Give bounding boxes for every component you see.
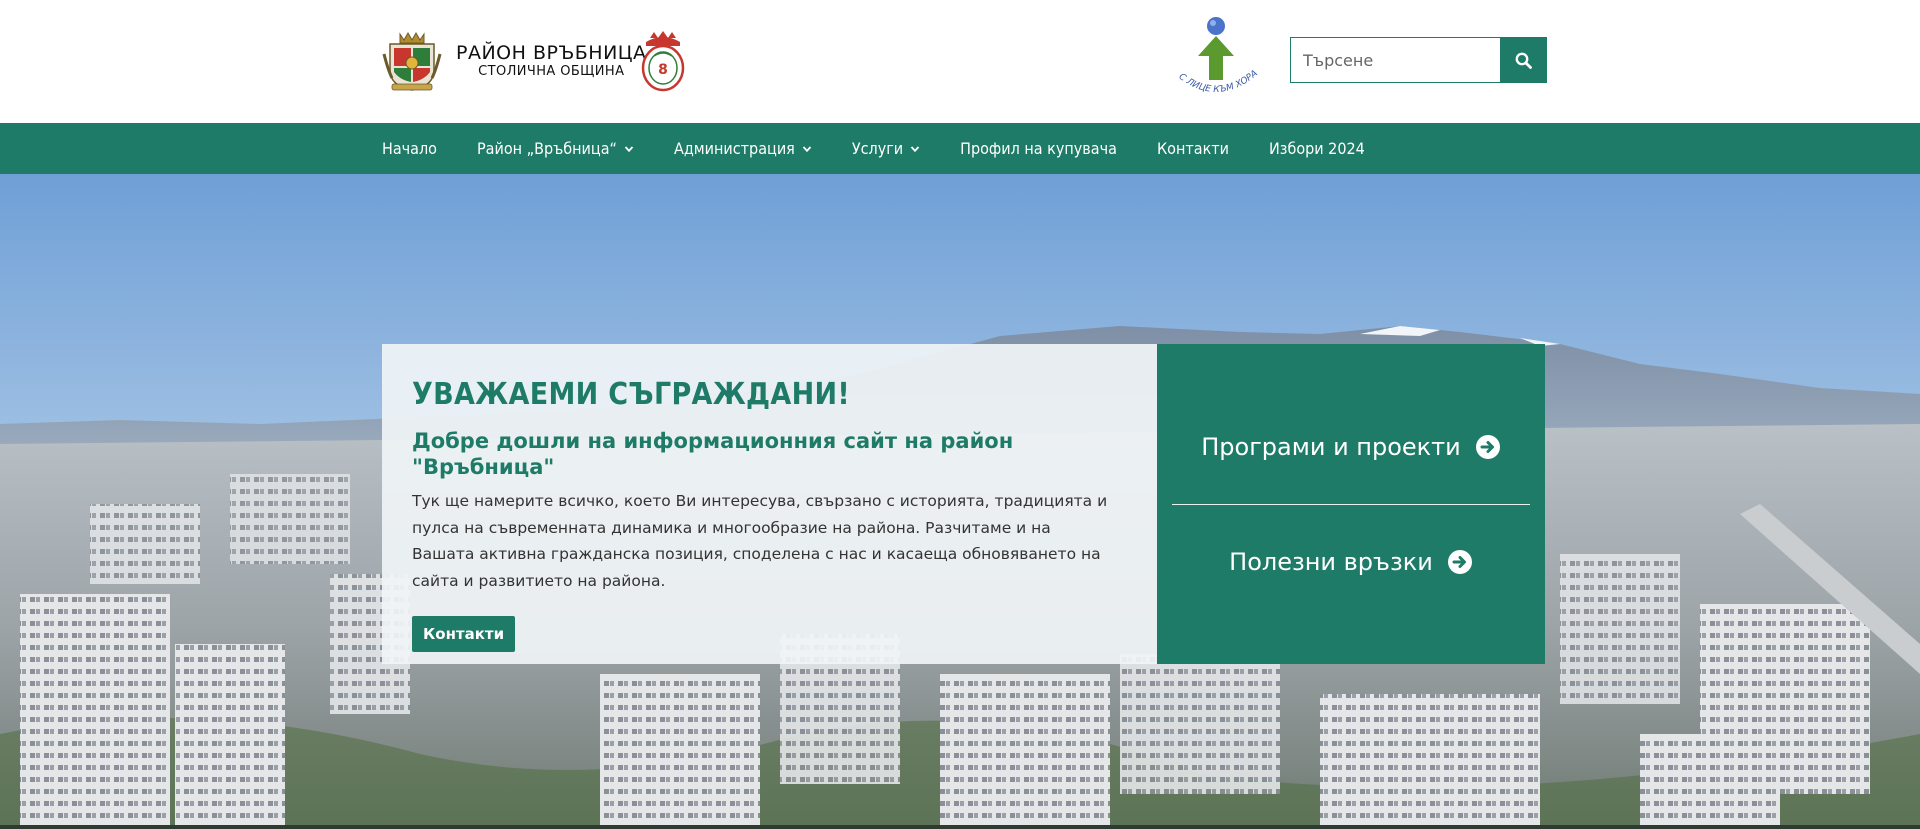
welcome-heading: УВАЖАЕМИ СЪГРАЖДАНИ! <box>412 377 850 412</box>
brand-title: РАЙОН ВРЪБНИЦА <box>456 42 647 64</box>
quick-links-divider <box>1172 504 1530 505</box>
programs-projects-label: Програми и проекти <box>1201 433 1461 461</box>
search-form <box>1290 37 1547 83</box>
nav-item-label: Профил на купувача <box>960 139 1117 158</box>
nav-item-label: Администрация <box>673 139 795 158</box>
nav-item-label: Начало <box>382 139 437 158</box>
circle-arrow-right-icon <box>1475 435 1500 459</box>
nav-item-services[interactable]: Услуги <box>852 139 920 158</box>
nav-item-elections[interactable]: Избори 2024 <box>1269 139 1365 158</box>
nav-item-label: Район „Връбница“ <box>476 139 617 158</box>
nav-list: Начало Район „Връбница“ Администрация Ус… <box>382 123 1405 174</box>
chevron-down-icon <box>624 145 634 152</box>
district-seal-icon: 8 <box>641 31 685 92</box>
quick-links-panel: Програми и проекти Полезни връзки <box>1157 344 1545 664</box>
chevron-down-icon <box>910 145 920 152</box>
hero-section: УВАЖАЕМИ СЪГРАЖДАНИ! Добре дошли на инфо… <box>0 174 1920 829</box>
government-logo-icon: С ЛИЦЕ КЪМ ХОРАТА <box>1166 14 1260 95</box>
useful-links-label: Полезни връзки <box>1229 548 1433 576</box>
search-input[interactable] <box>1290 37 1500 83</box>
nav-item-label: Избори 2024 <box>1269 139 1365 158</box>
svg-text:8: 8 <box>658 62 668 78</box>
nav-item-district[interactable]: Район „Връбница“ <box>477 139 634 158</box>
search-icon <box>1515 52 1532 69</box>
site-header: РАЙОН ВРЪБНИЦА СТОЛИЧНА ОБЩИНА 8 С ЛИЦЕ … <box>0 0 1920 123</box>
search-button[interactable] <box>1500 37 1547 83</box>
main-navigation: Начало Район „Връбница“ Администрация Ус… <box>0 123 1920 174</box>
coat-of-arms-icon <box>382 31 442 91</box>
nav-item-buyer-profile[interactable]: Профил на купувача <box>960 139 1117 158</box>
brand-text: РАЙОН ВРЪБНИЦА СТОЛИЧНА ОБЩИНА <box>456 42 647 80</box>
contacts-button[interactable]: Контакти <box>412 616 516 652</box>
nav-item-contacts[interactable]: Контакти <box>1157 139 1229 158</box>
chevron-down-icon <box>802 145 811 152</box>
nav-item-home[interactable]: Начало <box>382 139 437 158</box>
welcome-panel: УВАЖАЕМИ СЪГРАЖДАНИ! Добре дошли на инфо… <box>382 344 1157 664</box>
useful-links-link[interactable]: Полезни връзки <box>1157 541 1545 583</box>
nav-item-label: Услуги <box>851 139 904 158</box>
welcome-subheading: Добре дошли на информационния сайт на ра… <box>412 429 1014 479</box>
home-logo-link[interactable]: РАЙОН ВРЪБНИЦА СТОЛИЧНА ОБЩИНА <box>382 30 647 92</box>
brand-subtitle: СТОЛИЧНА ОБЩИНА <box>478 64 625 79</box>
welcome-text: Тук ще намерите всичко, което Ви интерес… <box>412 492 1108 590</box>
programs-projects-link[interactable]: Програми и проекти <box>1157 426 1545 468</box>
nav-item-administration[interactable]: Администрация <box>674 139 812 158</box>
circle-arrow-right-icon <box>1447 550 1472 574</box>
nav-item-label: Контакти <box>1156 139 1230 158</box>
